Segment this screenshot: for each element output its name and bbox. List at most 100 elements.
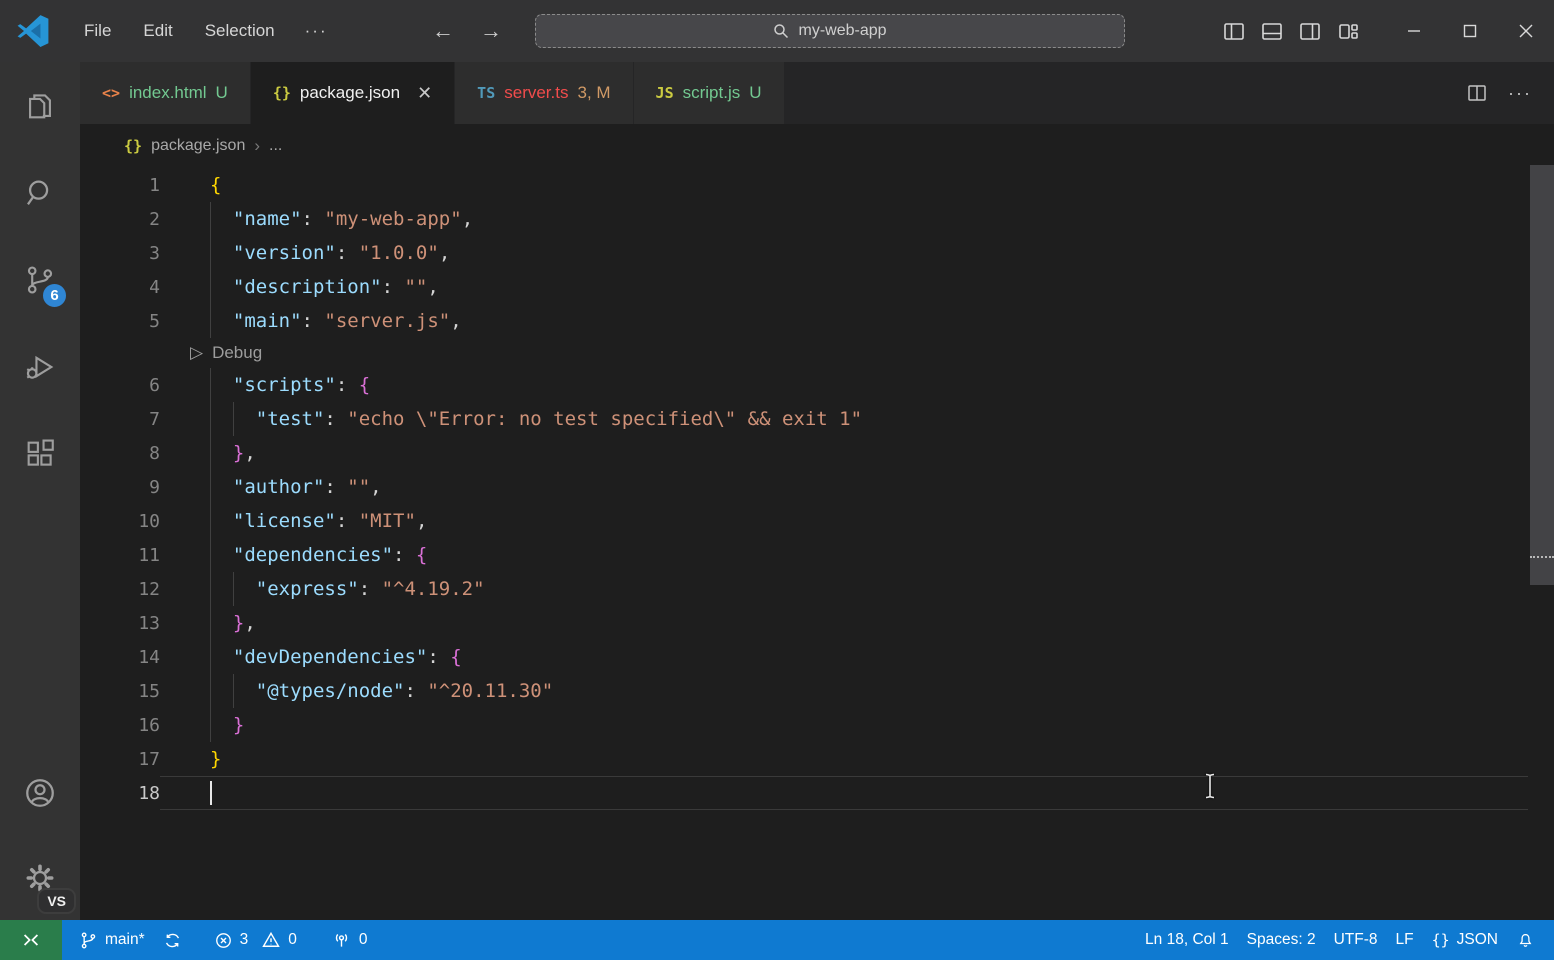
- account-icon[interactable]: [0, 750, 80, 835]
- codelens-debug[interactable]: ▷ Debug: [80, 338, 1554, 368]
- breadcrumb-file[interactable]: package.json: [151, 137, 245, 155]
- cursor-position-status[interactable]: Ln 18, Col 1: [1136, 920, 1238, 960]
- command-center-search[interactable]: my-web-app: [535, 14, 1125, 48]
- broadcast-icon: [331, 930, 352, 951]
- run-debug-icon[interactable]: [0, 323, 80, 410]
- encoding-status[interactable]: UTF-8: [1325, 920, 1387, 960]
- html-file-icon: <>: [102, 84, 120, 102]
- source-control-badge: 6: [41, 282, 68, 309]
- explorer-icon[interactable]: [0, 62, 80, 149]
- tab-index-html[interactable]: <> index.html U: [80, 62, 251, 124]
- branch-status[interactable]: main*: [70, 920, 154, 960]
- code-line-9[interactable]: 9 "author": "",: [80, 470, 1554, 504]
- code-line-17[interactable]: 17}: [80, 742, 1554, 776]
- code-line-13[interactable]: 13 },: [80, 606, 1554, 640]
- line-number: 14: [80, 647, 160, 668]
- codelens-label: Debug: [212, 343, 262, 363]
- notifications-bell[interactable]: [1507, 920, 1544, 960]
- activity-bar: 6: [0, 62, 80, 920]
- ports-status[interactable]: 0: [322, 920, 377, 960]
- indent-guide: [210, 436, 211, 470]
- sync-status[interactable]: [154, 920, 191, 960]
- indent-guide: [210, 368, 211, 402]
- code-line-1[interactable]: 1{: [80, 168, 1554, 202]
- code-line-2[interactable]: 2 "name": "my-web-app",: [80, 202, 1554, 236]
- code-line-11[interactable]: 11 "dependencies": {: [80, 538, 1554, 572]
- vertical-scrollbar[interactable]: [1530, 165, 1554, 585]
- code-line-5[interactable]: 5 "main": "server.js",: [80, 304, 1554, 338]
- remote-indicator[interactable]: [0, 920, 62, 960]
- overview-ruler-marker: [1530, 556, 1554, 558]
- tab-server-ts[interactable]: TSserver.ts3, M: [455, 62, 633, 124]
- code-line-4[interactable]: 4 "description": "",: [80, 270, 1554, 304]
- git-branch-icon: [79, 931, 98, 950]
- menu-more-icon[interactable]: ···: [291, 15, 342, 47]
- warnings-icon: [261, 930, 281, 950]
- chevron-right-icon: ›: [254, 136, 260, 156]
- code-line-14[interactable]: 14 "devDependencies": {: [80, 640, 1554, 674]
- indent-guide: [210, 304, 211, 338]
- line-number: 2: [80, 209, 160, 230]
- line-number: 9: [80, 477, 160, 498]
- errors-icon: [214, 931, 233, 950]
- search-sidebar-icon[interactable]: [0, 149, 80, 236]
- source-control-icon[interactable]: 6: [0, 236, 80, 323]
- code-line-16[interactable]: 16 }: [80, 708, 1554, 742]
- code-line-3[interactable]: 3 "version": "1.0.0",: [80, 236, 1554, 270]
- language-mode-status[interactable]: {} JSON: [1423, 920, 1507, 960]
- problems-status[interactable]: 3 0: [205, 920, 306, 960]
- play-icon: ▷: [190, 343, 203, 363]
- menu-edit[interactable]: Edit: [127, 15, 188, 47]
- remote-icon: [20, 929, 42, 951]
- settings-gear-icon[interactable]: VS: [0, 835, 80, 920]
- sync-icon: [163, 931, 182, 950]
- indent-guide: [210, 202, 211, 236]
- line-number: 13: [80, 613, 160, 634]
- eol-status[interactable]: LF: [1387, 920, 1423, 960]
- indent-guide: [210, 538, 211, 572]
- indent-guide: [210, 402, 211, 436]
- maximize-button[interactable]: [1442, 0, 1498, 62]
- code-line-10[interactable]: 10 "license": "MIT",: [80, 504, 1554, 538]
- tab-label: script.js: [683, 83, 741, 103]
- close-window-button[interactable]: [1498, 0, 1554, 62]
- close-tab-icon[interactable]: ✕: [417, 83, 432, 104]
- code-line-12[interactable]: 12 "express": "^4.19.2": [80, 572, 1554, 606]
- code-line-7[interactable]: 7 "test": "echo \"Error: no test specifi…: [80, 402, 1554, 436]
- toggle-secondary-sidebar-icon[interactable]: [1298, 19, 1322, 43]
- code-line-6[interactable]: 6 "scripts": {: [80, 368, 1554, 402]
- customize-layout-icon[interactable]: [1336, 19, 1360, 43]
- indentation-status[interactable]: Spaces: 2: [1238, 920, 1325, 960]
- toggle-primary-sidebar-icon[interactable]: [1222, 19, 1246, 43]
- text-cursor: [210, 781, 212, 805]
- editor-group: <>index.htmlU{}package.json✕TSserver.ts3…: [80, 62, 1554, 920]
- title-bar: File Edit Selection ··· ← → my-web-app: [0, 0, 1554, 62]
- tab-package-json[interactable]: {}package.json✕: [251, 62, 455, 124]
- back-arrow-icon[interactable]: ←: [428, 18, 458, 44]
- indent-guide: [210, 708, 211, 742]
- tab-bar-tabs: <> index.html U {}package.json✕TSserver.ts3…: [80, 62, 785, 124]
- code-editor[interactable]: 1{2 "name": "my-web-app",3 "version": "1…: [80, 168, 1554, 920]
- breadcrumb-tail[interactable]: ...: [269, 137, 282, 155]
- menu-selection[interactable]: Selection: [189, 15, 291, 47]
- tab-script-js[interactable]: JSscript.jsU: [634, 62, 785, 124]
- tab-modified-badge: 3, M: [577, 83, 610, 103]
- tab-modified-badge: U: [216, 83, 228, 103]
- forward-arrow-icon[interactable]: →: [476, 18, 506, 44]
- tab-label: index.html: [129, 83, 206, 103]
- breadcrumb[interactable]: {} package.json › ...: [80, 124, 1554, 168]
- code-line-15[interactable]: 15 "@types/node": "^20.11.30": [80, 674, 1554, 708]
- menu-file[interactable]: File: [68, 15, 127, 47]
- split-editor-icon[interactable]: [1466, 82, 1488, 104]
- code-line-18[interactable]: 18: [80, 776, 1554, 810]
- line-number: 10: [80, 511, 160, 532]
- line-number: 16: [80, 715, 160, 736]
- editor-more-actions-icon[interactable]: ···: [1508, 83, 1532, 104]
- code-line-8[interactable]: 8 },: [80, 436, 1554, 470]
- extensions-icon[interactable]: [0, 410, 80, 497]
- toggle-panel-icon[interactable]: [1260, 19, 1284, 43]
- vscode-logo-icon: [16, 14, 50, 48]
- json-file-icon: {}: [124, 137, 142, 155]
- search-icon: [773, 23, 789, 39]
- minimize-button[interactable]: [1386, 0, 1442, 62]
